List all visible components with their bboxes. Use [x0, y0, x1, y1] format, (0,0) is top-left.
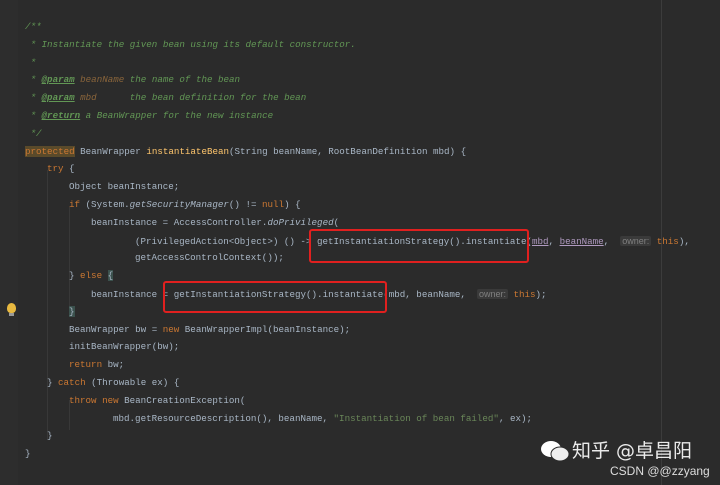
- code-token: instantiateBean: [146, 145, 230, 157]
- code-token: doPrivileged: [267, 216, 334, 228]
- parameter-hint: owner:: [620, 235, 652, 246]
- code-token: , ex);: [498, 412, 533, 424]
- code-token: "Instantiation of bean failed": [333, 412, 499, 424]
- code-token: }: [69, 305, 75, 317]
- code-token: new: [162, 323, 180, 335]
- code-token: BeanWrapper bw =: [69, 323, 163, 335]
- code-line[interactable]: * @param mbd the bean definition for the…: [25, 89, 307, 107]
- code-token: @param: [41, 74, 75, 86]
- code-line[interactable]: Object beanInstance;: [69, 178, 179, 196]
- code-token: mbd: [531, 235, 549, 247]
- parameter-hint: owner:: [476, 289, 508, 299]
- code-token: (: [333, 216, 340, 228]
- code-token: */: [25, 127, 42, 139]
- code-token: @return: [41, 110, 81, 121]
- code-token: beanInstance = AccessController.: [91, 216, 268, 228]
- code-line[interactable]: throw new BeanCreationException(: [69, 392, 245, 410]
- code-token: );: [535, 289, 547, 300]
- highlight-box-instantiate-2: [163, 281, 387, 313]
- code-token: (String beanName, RootBeanDefinition mbd…: [229, 145, 467, 157]
- code-token: getAccessControlContext());: [135, 252, 284, 264]
- code-line[interactable]: }: [25, 445, 31, 463]
- code-token: ),: [678, 235, 690, 247]
- wechat-icon: [541, 441, 570, 462]
- code-token: this: [513, 289, 536, 300]
- code-line[interactable]: */: [25, 125, 42, 143]
- code-token: * Instantiate the given bean using its d…: [25, 38, 356, 50]
- code-token: initBeanWrapper(bw);: [69, 341, 180, 353]
- code-token: @param: [41, 92, 75, 104]
- zhihu-watermark: 知乎 @卓昌阳: [572, 440, 693, 462]
- code-line[interactable]: }: [69, 303, 75, 321]
- code-token: ,: [548, 235, 560, 247]
- code-line[interactable]: } else {: [69, 267, 114, 285]
- code-token: protected: [25, 145, 75, 157]
- highlight-box-instantiate-1: [309, 229, 529, 263]
- code-token: the bean definition for the bean: [96, 92, 307, 104]
- code-line[interactable]: /**: [25, 18, 42, 36]
- code-token: getSecurityManager: [129, 199, 229, 210]
- code-line[interactable]: return bw;: [69, 356, 124, 374]
- code-token: }: [25, 448, 31, 460]
- code-token: ) {: [284, 199, 301, 210]
- code-token: (PrivilegedAction<Object>) () ->: [135, 235, 317, 247]
- code-token: BeanWrapper: [74, 145, 147, 157]
- code-token: the name of the bean: [124, 74, 241, 86]
- code-line[interactable]: getAccessControlContext());: [135, 249, 284, 267]
- indent-guide: [47, 170, 48, 440]
- indent-guide: [69, 207, 70, 307]
- code-line[interactable]: *: [25, 54, 37, 72]
- csdn-watermark: CSDN @@zzyang: [610, 464, 710, 478]
- code-token: null: [262, 199, 285, 210]
- code-token: catch: [58, 377, 86, 388]
- code-token: mbd: [74, 92, 97, 104]
- code-token: mbd.getResourceDescription(), beanName,: [113, 412, 334, 424]
- code-token: bw;: [102, 359, 125, 371]
- code-token: a BeanWrapper for the new instance: [80, 110, 274, 121]
- code-token: this: [656, 235, 679, 247]
- code-line[interactable]: BeanWrapper bw = new BeanWrapperImpl(bea…: [69, 321, 350, 339]
- code-token: else: [80, 270, 103, 282]
- code-line[interactable]: * @return a BeanWrapper for the new inst…: [25, 107, 274, 125]
- code-token: if: [69, 199, 81, 210]
- code-token: beanName: [559, 235, 604, 247]
- code-token: try: [47, 163, 64, 175]
- code-token: *: [25, 74, 42, 86]
- lightbulb-icon[interactable]: [7, 303, 16, 316]
- code-line[interactable]: }: [47, 427, 53, 445]
- code-token: (System.: [80, 199, 130, 210]
- code-token: {: [107, 270, 114, 282]
- code-token: /**: [25, 21, 42, 32]
- code-token: }: [47, 377, 59, 388]
- code-line[interactable]: protected BeanWrapper instantiateBean(St…: [25, 143, 466, 161]
- code-token: }: [69, 270, 81, 282]
- code-token: *: [25, 92, 42, 104]
- code-token: {: [63, 163, 75, 175]
- code-token: ,: [603, 235, 621, 247]
- code-token: (mbd, beanName,: [383, 289, 477, 300]
- code-token: (Throwable ex) {: [85, 377, 180, 388]
- code-line[interactable]: mbd.getResourceDescription(), beanName, …: [113, 410, 532, 428]
- code-token: *: [25, 110, 42, 121]
- code-token: beanName: [74, 74, 125, 86]
- code-token: *: [25, 56, 37, 68]
- code-token: }: [47, 430, 53, 442]
- code-token: return: [69, 359, 103, 371]
- code-token: () !=: [228, 199, 262, 210]
- code-line[interactable]: if (System.getSecurityManager() != null)…: [69, 196, 301, 214]
- code-line[interactable]: * Instantiate the given bean using its d…: [25, 36, 356, 54]
- code-token: beanInstance =: [91, 289, 174, 300]
- code-line[interactable]: } catch (Throwable ex) {: [47, 374, 179, 392]
- code-token: BeanCreationException(: [118, 394, 246, 406]
- code-token: throw new: [69, 394, 119, 406]
- code-token: BeanWrapperImpl(beanInstance);: [179, 323, 351, 335]
- code-token: Object beanInstance;: [69, 181, 180, 193]
- code-line[interactable]: initBeanWrapper(bw);: [69, 338, 179, 356]
- code-line[interactable]: beanInstance = AccessController.doPrivil…: [91, 214, 339, 232]
- code-line[interactable]: try {: [47, 160, 75, 178]
- editor-gutter: [0, 0, 18, 485]
- code-line[interactable]: * @param beanName the name of the bean: [25, 71, 241, 89]
